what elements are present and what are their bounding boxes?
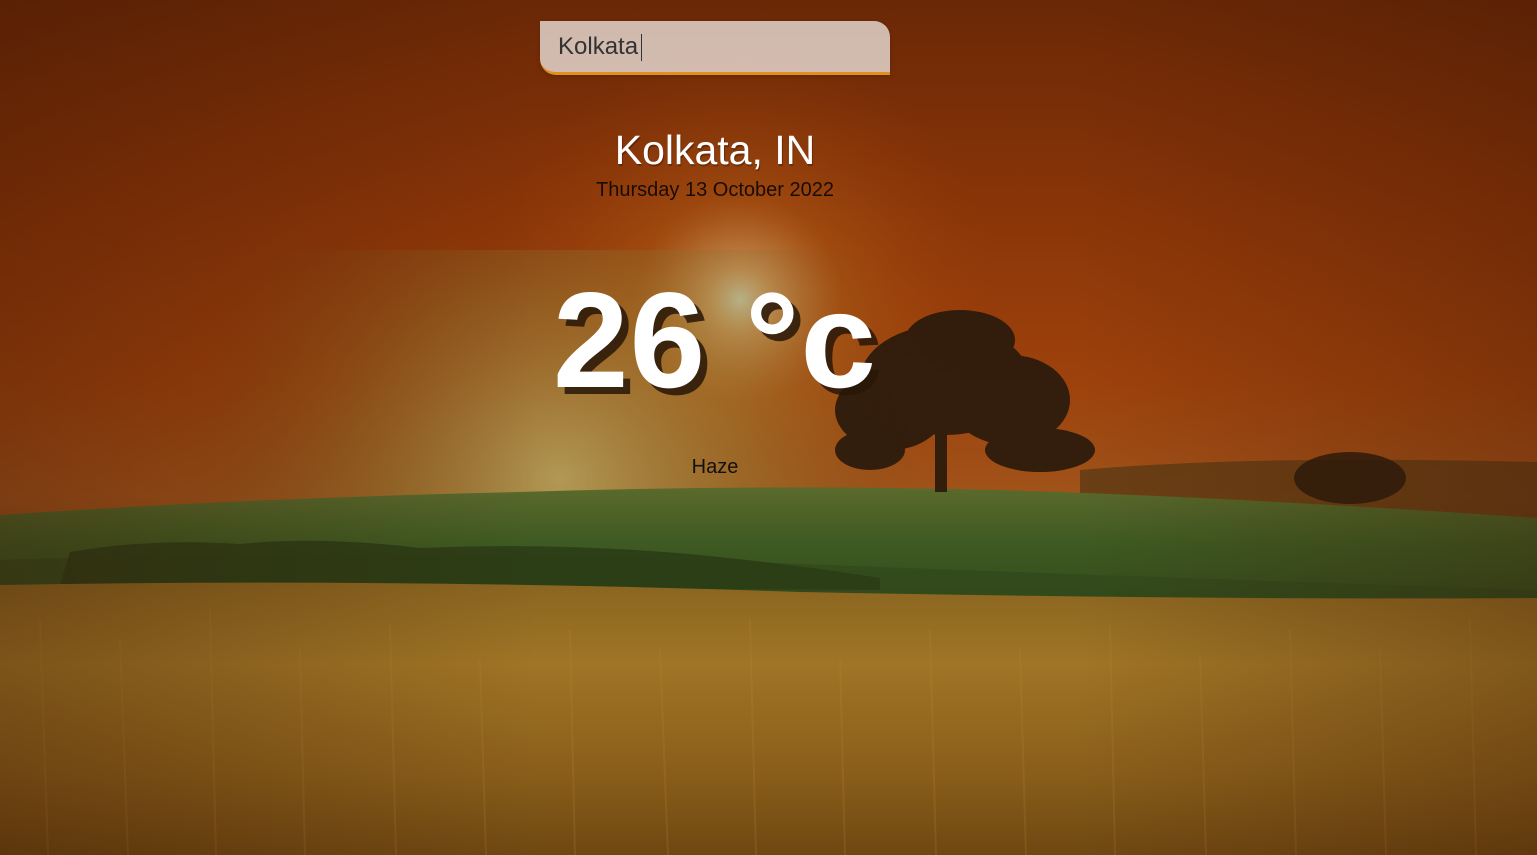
weather-condition: Haze bbox=[691, 456, 739, 478]
temperature-value: 26 °c bbox=[552, 264, 878, 416]
text-cursor bbox=[641, 34, 642, 61]
location-title: Kolkata, IN bbox=[614, 127, 816, 173]
date-label: Thursday 13 October 2022 bbox=[596, 179, 834, 201]
search-input[interactable] bbox=[540, 21, 890, 75]
